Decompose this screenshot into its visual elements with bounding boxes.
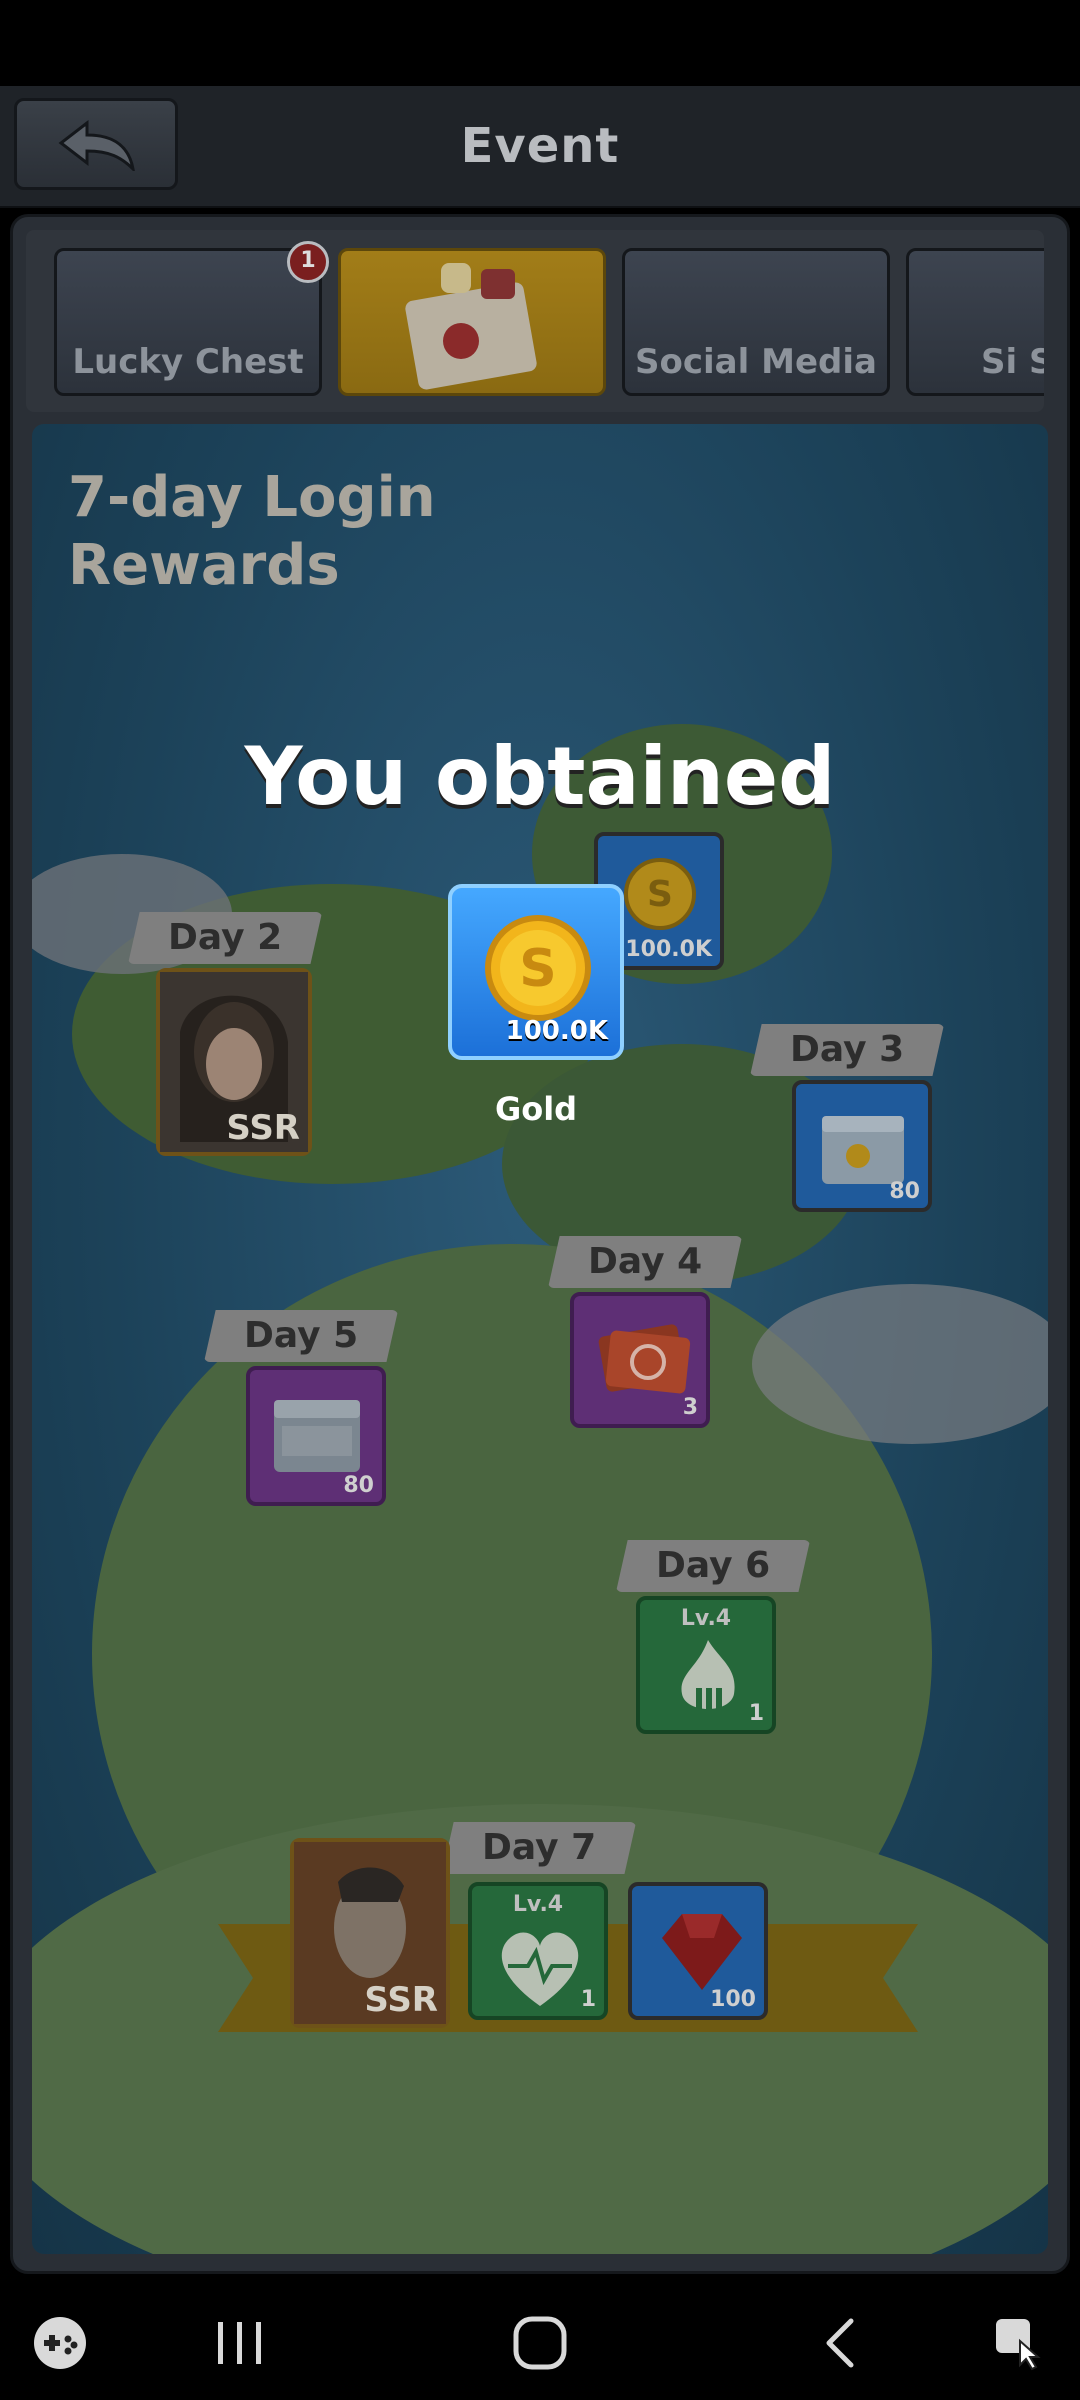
gold-coin-icon: S xyxy=(624,858,696,930)
svg-text:S: S xyxy=(647,874,673,915)
ruby-gem-icon xyxy=(662,1914,742,1990)
obtained-gold-item: S 100.0K xyxy=(448,884,624,1060)
gold-coin-icon: S xyxy=(485,915,591,1021)
obtained-title: You obtained xyxy=(244,730,836,823)
home-button[interactable] xyxy=(490,2286,590,2400)
skill-card-icon xyxy=(598,1324,691,1394)
reward-quantity: 100 xyxy=(710,1987,756,2012)
reward-quantity: 80 xyxy=(343,1473,374,1498)
day7-reward-gems[interactable]: 100 xyxy=(628,1882,768,2020)
day3-reward-chest[interactable]: 80 xyxy=(792,1080,932,1212)
reward-quantity: 1 xyxy=(748,1701,764,1726)
reward-quantity: 80 xyxy=(889,1179,920,1204)
recent-apps-icon xyxy=(218,2322,261,2364)
day3-label: Day 3 xyxy=(750,1024,945,1076)
resource-crate-icon xyxy=(274,1400,360,1472)
home-icon xyxy=(513,2316,567,2370)
reward-quantity: 1 xyxy=(580,1987,596,2012)
day2-reward-hero[interactable]: SSR xyxy=(156,968,312,1156)
day7-label: Day 7 xyxy=(442,1822,637,1874)
reward-level: Lv.4 xyxy=(680,1606,732,1631)
accessibility-button[interactable] xyxy=(980,2286,1060,2400)
chevron-left-icon xyxy=(826,2318,854,2368)
gamepad-icon xyxy=(34,2317,86,2369)
reward-quantity: 3 xyxy=(682,1395,698,1420)
svg-text:S: S xyxy=(519,939,556,999)
fire-skill-icon xyxy=(681,1640,735,1710)
tab-label: Social Media xyxy=(635,342,877,382)
tab-lucky-chest[interactable]: Lucky Chest 1 xyxy=(54,241,329,396)
back-nav-button[interactable] xyxy=(790,2286,890,2400)
tab-social-media[interactable]: Social Media xyxy=(622,248,890,396)
day5-label: Day 5 xyxy=(204,1310,399,1362)
tab-label: Si Scra xyxy=(981,342,1044,382)
reward-quantity: 100.0K xyxy=(625,937,712,962)
calendar-gift-icon xyxy=(405,263,537,390)
obtained-item-name: Gold xyxy=(494,1090,578,1128)
login-rewards-panel: 7-day Login Rewards S 100.0K Day 2 SSR D… xyxy=(32,424,1048,2254)
panel-title-line: 7-day Login xyxy=(68,465,436,530)
day4-label: Day 4 xyxy=(548,1236,743,1288)
panel-title: 7-day Login Rewards xyxy=(68,464,436,600)
day5-reward-crate[interactable]: 80 xyxy=(246,1366,386,1506)
system-nav-bar xyxy=(0,2286,1080,2400)
header: Event xyxy=(0,86,1080,208)
day2-label: Day 2 xyxy=(128,912,323,964)
game-launcher-button[interactable] xyxy=(20,2286,100,2400)
day6-reward-skill[interactable]: Lv.4 1 xyxy=(636,1596,776,1734)
day6-label: Day 6 xyxy=(616,1540,811,1592)
notification-badge: 1 xyxy=(287,241,329,283)
reward-rarity: SSR xyxy=(226,1108,300,1148)
status-bar xyxy=(0,0,1080,86)
tab-label: Lucky Chest xyxy=(72,342,304,382)
obtained-quantity: 100.0K xyxy=(505,1016,608,1046)
event-tabs: Lucky Chest 1 Social Media Si Scra xyxy=(26,230,1044,412)
day4-reward-cards[interactable]: 3 xyxy=(570,1292,710,1428)
tab-login-rewards[interactable] xyxy=(338,248,606,396)
day7-reward-skill[interactable]: Lv.4 1 xyxy=(468,1882,608,2020)
recent-apps-button[interactable] xyxy=(190,2286,290,2400)
heart-pulse-icon xyxy=(501,1932,579,2006)
touch-icon xyxy=(996,2319,1041,2371)
panel-title-line: Rewards xyxy=(68,533,340,598)
header-title: Event xyxy=(460,118,620,174)
day7-reward-hero[interactable]: SSR xyxy=(290,1838,450,2028)
reward-rarity: SSR xyxy=(364,1980,438,2020)
tab-scratch[interactable]: Si Scra xyxy=(906,248,1044,396)
reward-level: Lv.4 xyxy=(512,1892,564,1917)
